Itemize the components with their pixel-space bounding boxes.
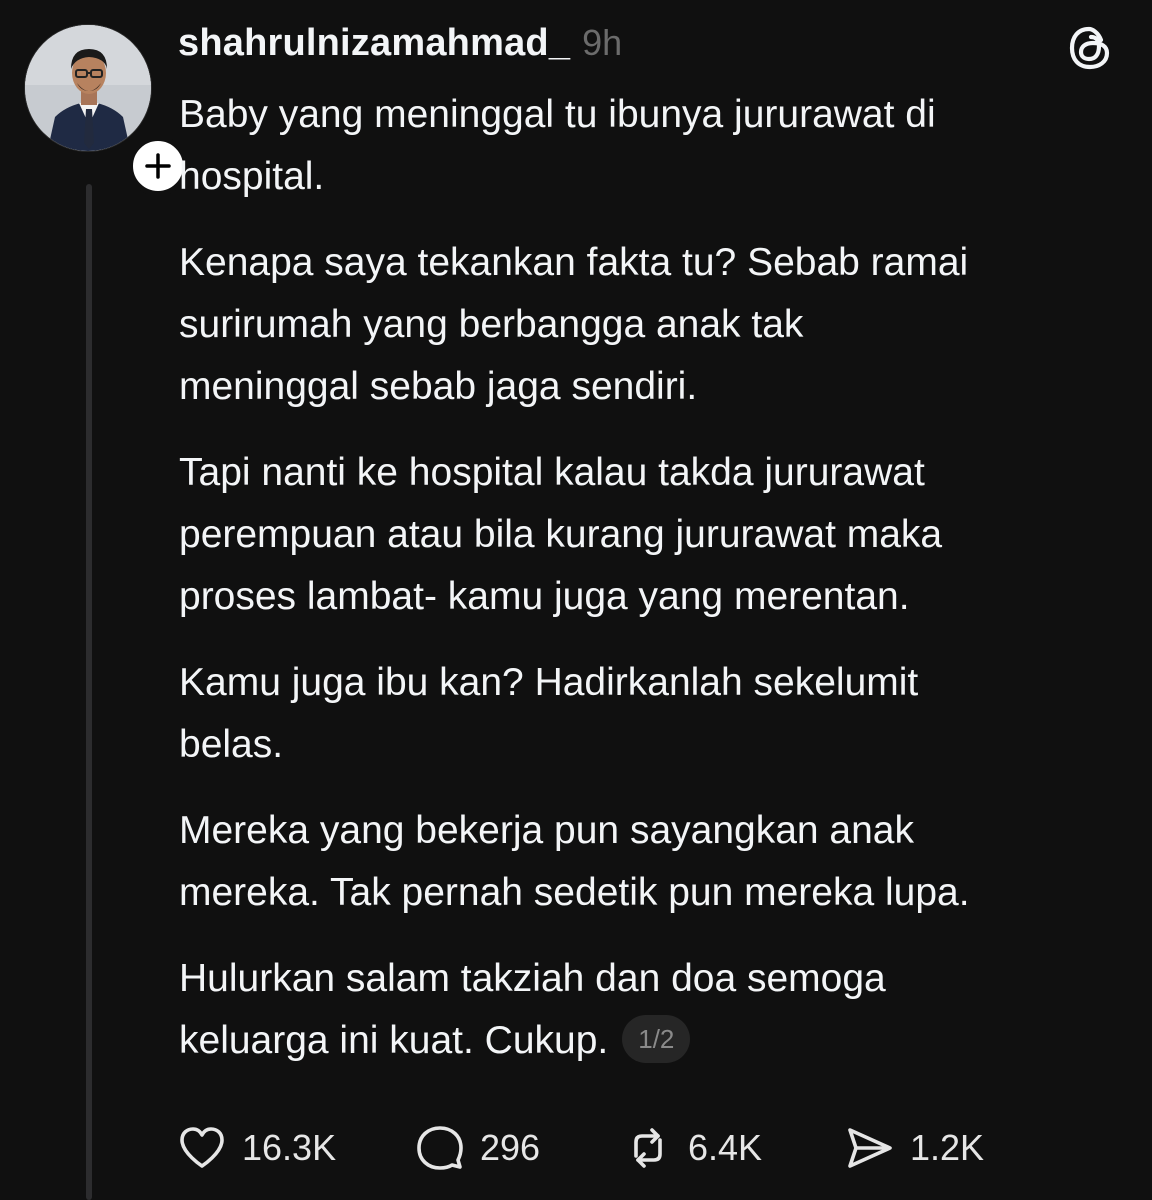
share-count: 1.2K <box>910 1127 985 1168</box>
post-paragraph: Baby yang meninggal tu ibunya jururawat … <box>179 93 936 198</box>
heart-icon <box>180 1127 224 1168</box>
action-bar: 16.3K 296 6.4K 1.2K <box>176 1120 1076 1176</box>
post-paragraph: Tapi nanti ke hospital kalau takda jurur… <box>179 451 943 618</box>
like-count: 16.3K <box>242 1127 337 1168</box>
profile-photo <box>25 25 151 151</box>
repost-count: 6.4K <box>688 1127 763 1168</box>
repost-icon <box>634 1128 662 1168</box>
post-body: Baby yang meninggal tu ibunya jururawat … <box>179 84 1129 1072</box>
avatar-container <box>24 24 188 196</box>
post-paragraph-last: Hulurkan salam takziah dan doa semoga ke… <box>179 948 1129 1072</box>
share-button[interactable]: 1.2K <box>844 1120 984 1176</box>
repost-button[interactable]: 6.4K <box>622 1120 762 1176</box>
threads-logo-icon[interactable] <box>1066 24 1114 72</box>
like-button[interactable]: 16.3K <box>176 1120 336 1176</box>
page-indicator-badge[interactable]: 1/2 <box>622 1014 691 1063</box>
reply-count: 296 <box>480 1127 541 1168</box>
send-icon <box>848 1128 892 1168</box>
post-paragraph: Mereka yang bekerja pun sayangkan anak m… <box>179 809 970 914</box>
threads-post: shahrulnizamahmad_ 9h Baby yang meningga… <box>0 0 1152 1200</box>
threads-logo-svg <box>1069 26 1110 70</box>
thread-line <box>86 184 92 1200</box>
post-paragraph-text: Hulurkan salam takziah dan doa semoga ke… <box>179 957 886 1062</box>
post-time: 9h <box>582 22 623 63</box>
username[interactable]: shahrulnizamahmad_ <box>178 22 570 65</box>
comment-bubble-icon <box>417 1126 463 1170</box>
post-header: shahrulnizamahmad_ 9h <box>178 22 622 72</box>
reply-button[interactable]: 296 <box>414 1120 540 1176</box>
post-paragraph: Kamu juga ibu kan? Hadirkanlah sekelumit… <box>179 661 919 766</box>
post-paragraph: Kenapa saya tekankan fakta tu? Sebab ram… <box>179 241 969 408</box>
plus-icon <box>145 153 171 179</box>
avatar[interactable] <box>24 24 152 152</box>
